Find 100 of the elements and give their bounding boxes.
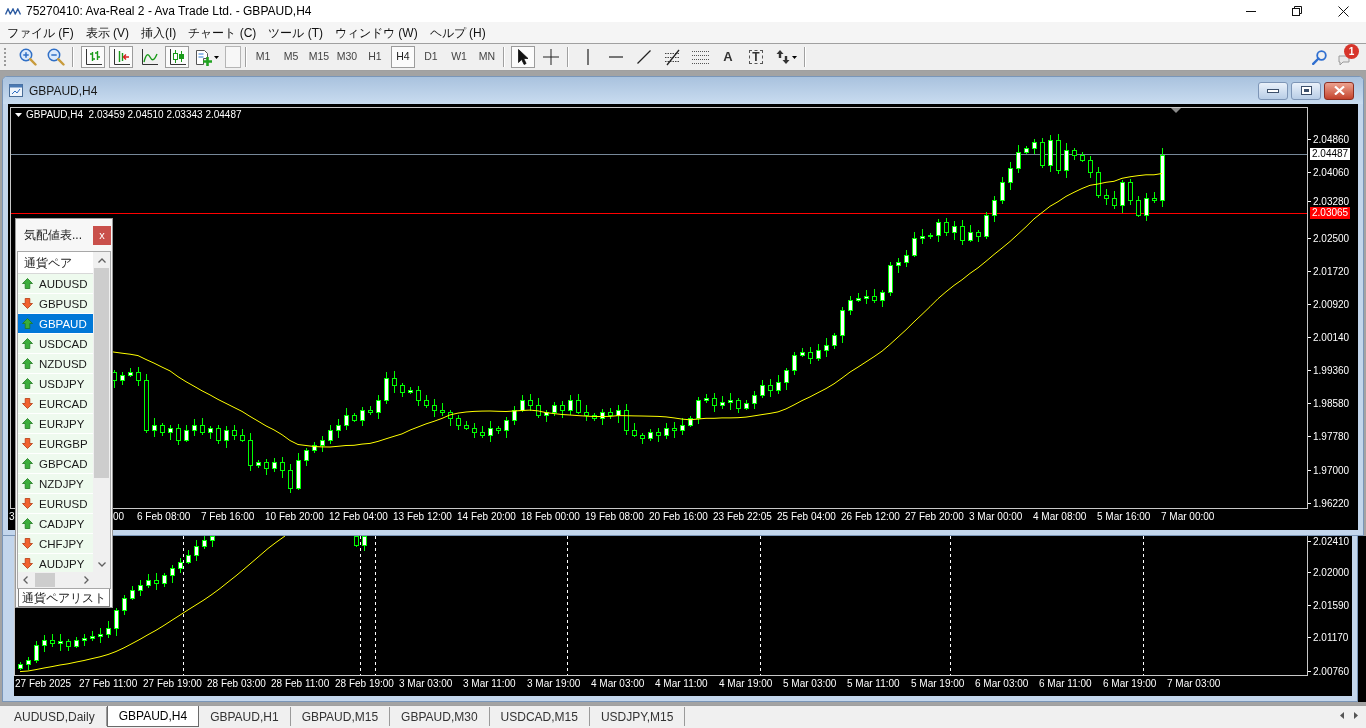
time-axis-label: 14 Feb 20:00 (457, 511, 516, 522)
symbol-row[interactable]: NZDJPY (18, 474, 93, 494)
time-axis-label: 23 Feb 22:05 (713, 511, 772, 522)
time-axis-label: 7 Mar 03:00 (1167, 678, 1221, 689)
up-arrow-icon (22, 358, 33, 369)
menu-item[interactable]: ツール (T) (262, 22, 329, 43)
symbol-row[interactable]: CHFJPY (18, 534, 93, 554)
symbol-row[interactable]: NZDUSD (18, 354, 93, 374)
time-axis-label: 27 Feb 19:00 (143, 678, 202, 689)
symbol-row[interactable]: USDJPY (18, 374, 93, 394)
symbol-row[interactable]: EURCAD (18, 394, 93, 414)
time-axis-label: 4 Mar 11:00 (655, 678, 708, 689)
price-level-label: 2.03065 (1310, 207, 1351, 219)
restore-button[interactable] (1291, 81, 1321, 100)
time-axis-label: 7 Mar 00:00 (1161, 511, 1215, 522)
symbol-row[interactable]: EURUSD (18, 494, 93, 514)
chart-tab[interactable]: GBPAUD,M15 (290, 707, 391, 726)
scrollbar-thumb[interactable] (35, 573, 55, 587)
minimize-icon (1246, 10, 1256, 12)
cursor-button[interactable] (511, 46, 535, 68)
chart-tab[interactable]: USDCAD,M15 (489, 707, 590, 726)
scrollbar-thumb[interactable] (94, 268, 109, 478)
text-tool-button[interactable]: A (716, 46, 740, 68)
symbol-row[interactable]: GBPUSD (18, 294, 93, 314)
symbol-row[interactable]: GBPCAD (18, 454, 93, 474)
time-axis-label: 5 Mar 19:00 (911, 678, 965, 689)
up-arrow-icon (22, 418, 33, 429)
symbol-row[interactable]: EURGBP (18, 434, 93, 454)
chart-window-title: GBPAUD,H4 (29, 82, 98, 100)
time-axis-label: 12 Feb 04:00 (329, 511, 388, 522)
timeframe-button[interactable]: H4 (391, 46, 415, 68)
time-axis-label: 4 Mar 19:00 (719, 678, 773, 689)
price-axis-label: 2.03280 (1308, 196, 1350, 207)
menu-item[interactable]: ファイル (F) (1, 22, 80, 43)
down-arrow-icon (22, 438, 33, 449)
candlestick-button[interactable] (165, 46, 189, 68)
horizontal-scrollbar[interactable] (18, 572, 93, 588)
text-label-button[interactable]: T (744, 46, 768, 68)
minimize-icon (1267, 88, 1279, 93)
notification-badge: 1 (1344, 44, 1359, 59)
price-axis-label: 2.00140 (1308, 332, 1350, 343)
price-axis-label: 2.02500 (1308, 233, 1350, 244)
menu-item[interactable]: チャート (C) (182, 22, 263, 43)
up-arrow-icon (22, 338, 33, 349)
timeframe-button[interactable]: M30 (335, 46, 359, 68)
minimize-button[interactable] (1258, 81, 1288, 100)
close-button[interactable]: x (93, 225, 111, 245)
candlestick-icon (168, 48, 186, 66)
timeframe-button[interactable]: M1 (251, 46, 275, 68)
vertical-scrollbar[interactable] (93, 252, 110, 572)
chevron-down-icon (97, 561, 106, 567)
timeframe-button[interactable]: D1 (419, 46, 443, 68)
panel-title: 気配値表... (24, 227, 82, 244)
symbol-row[interactable]: CADJPY (18, 514, 93, 534)
vertical-line-icon (587, 49, 589, 65)
timeframe-button[interactable]: H1 (363, 46, 387, 68)
chart-shift-button[interactable] (109, 46, 133, 68)
bar-chart-button[interactable] (81, 46, 105, 68)
chart-tab[interactable]: GBPAUD,H4 (106, 706, 200, 727)
time-axis-label: 10 Feb 20:00 (265, 511, 324, 522)
symbol-row[interactable]: GBPAUD (18, 314, 93, 334)
timeframe-button[interactable]: W1 (447, 46, 471, 68)
messages-button[interactable]: 1 (1335, 46, 1359, 68)
down-arrow-icon (22, 538, 33, 549)
crosshair-icon (543, 49, 559, 65)
menu-item[interactable]: 挿入(I) (135, 22, 183, 43)
chevron-left-icon (23, 576, 28, 584)
time-axis-label: 3 Mar 11:00 (463, 678, 516, 689)
close-button[interactable] (1324, 81, 1354, 100)
time-axis-label: 28 Feb 11:00 (271, 678, 330, 689)
timeframe-button[interactable]: MN (475, 46, 499, 68)
time-axis-label: 27 Feb 11:00 (79, 678, 138, 689)
time-axis-label: 3 (9, 511, 15, 522)
chart-tab[interactable]: GBPAUD,H1 (199, 707, 291, 726)
window-title: 75270410: Ava-Real 2 - Ava Trade Ltd. - GBPAUD,H4 (26, 3, 312, 20)
cursor-arrow-icon (517, 49, 529, 65)
menu-item[interactable]: 表示 (V) (79, 22, 135, 43)
symbol-row[interactable]: USDCAD (18, 334, 93, 354)
time-axis-label: 3 Mar 03:00 (399, 678, 453, 689)
menu-item[interactable]: ウィンドウ (W) (329, 22, 424, 43)
dotted-lines-icon (691, 49, 709, 65)
menu-item[interactable]: ヘルプ (H) (423, 22, 492, 43)
time-axis-label: 6 Mar 19:00 (1103, 678, 1157, 689)
hatched-lines-icon (663, 48, 681, 66)
panel-tab[interactable]: 通貨ペアリスト (18, 589, 110, 607)
timeframe-button[interactable]: M5 (279, 46, 303, 68)
chart-tab[interactable]: GBPAUD,M30 (390, 707, 490, 726)
symbol-row[interactable]: AUDUSD (18, 274, 93, 294)
scroll-right-icon[interactable] (1354, 712, 1358, 719)
chart-tab[interactable]: USDJPY,M15 (589, 707, 686, 726)
timeframe-button[interactable]: M15 (307, 46, 331, 68)
time-axis-label: 6 Feb 08:00 (137, 511, 191, 522)
symbol-row[interactable]: AUDJPY (18, 554, 93, 572)
price-axis-label: 2.04060 (1308, 167, 1350, 178)
chart-tab[interactable]: AUDUSD,Daily (3, 707, 107, 726)
scroll-left-icon[interactable] (1340, 712, 1344, 719)
down-arrow-icon (22, 558, 33, 569)
symbol-row[interactable]: EURJPY (18, 414, 93, 434)
restore-icon (1292, 6, 1302, 16)
price-axis-label: 2.01170 (1308, 632, 1349, 643)
